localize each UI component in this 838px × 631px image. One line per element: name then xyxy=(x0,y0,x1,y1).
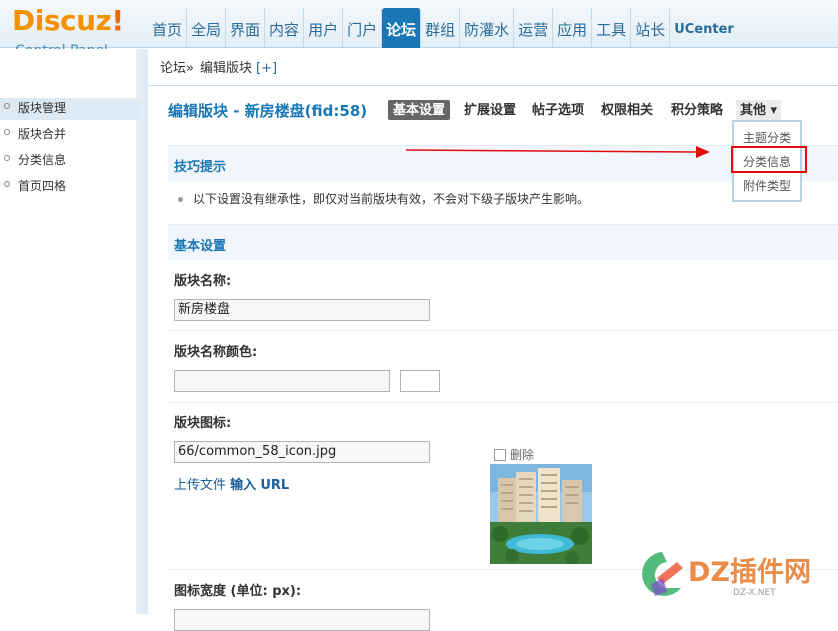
nav-tab-operation[interactable]: 运营 xyxy=(514,8,554,48)
tab-extended-settings[interactable]: 扩展设置 xyxy=(464,100,516,120)
delete-label: 删除 xyxy=(510,448,535,462)
basic-settings-title: 基本设置 xyxy=(174,239,227,254)
bullet-icon xyxy=(4,103,10,109)
tab-other-dropdown[interactable]: 其他 ▾ xyxy=(736,100,782,120)
building-photo xyxy=(490,464,592,564)
sidebar-item-label: 分类信息 xyxy=(18,153,67,167)
sidebar-item-threadtype[interactable]: 分类信息 xyxy=(0,150,142,172)
delete-icon-option: 删除 xyxy=(494,446,534,463)
nav-tab-portal[interactable]: 门户 xyxy=(343,8,383,48)
nav-tab-user[interactable]: 用户 xyxy=(304,8,344,48)
bullet-icon xyxy=(4,181,10,187)
forum-icon-preview xyxy=(490,464,592,564)
nav-tab-content[interactable]: 内容 xyxy=(265,8,305,48)
nav-tab-antispam[interactable]: 防灌水 xyxy=(460,8,515,48)
breadcrumb-current: 编辑版块 xyxy=(200,61,253,76)
logo-bang: ! xyxy=(111,4,124,37)
menu-item-attachment-type[interactable]: 附件类型 xyxy=(734,174,800,198)
nav-tab-forum[interactable]: 论坛 xyxy=(382,8,422,48)
tab-credit-policy[interactable]: 积分策略 xyxy=(671,100,723,120)
tips-title: 技巧提示 xyxy=(174,160,227,175)
nav-tab-group[interactable]: 群组 xyxy=(421,8,461,48)
bullet-icon xyxy=(4,129,10,135)
tip-text: 以下设置没有继承性，即仅对当前版块有效，不会对下级子版块产生影响。 xyxy=(193,192,590,206)
forum-name-color-label: 版块名称颜色: xyxy=(174,345,258,360)
breadcrumb-root[interactable]: 论坛 xyxy=(160,49,186,89)
basic-settings-section: 基本设置 xyxy=(168,224,838,260)
sidebar-item-label: 首页四格 xyxy=(18,179,67,193)
sidebar-item-grid[interactable]: 首页四格 xyxy=(0,176,142,198)
input-link[interactable]: 输入 xyxy=(230,478,256,493)
sidebar-item-label: 版块管理 xyxy=(18,101,67,115)
icon-width-label: 图标宽度 (单位: px): xyxy=(174,584,302,599)
forum-name-label: 版块名称: xyxy=(174,274,232,289)
highlight-box xyxy=(731,146,807,173)
divider xyxy=(168,402,838,403)
nav-tab-plugin[interactable]: 应用 xyxy=(553,8,593,48)
forum-icon-input[interactable]: 66/common_58_icon.jpg xyxy=(174,441,430,463)
icon-width-input[interactable] xyxy=(174,609,430,631)
upload-file-link[interactable]: 上传文件 xyxy=(174,478,226,493)
divider xyxy=(168,330,838,331)
add-shortcut-button[interactable]: [+] xyxy=(256,49,277,89)
nav-tab-style[interactable]: 界面 xyxy=(226,8,266,48)
discuz-logo[interactable]: Discuz! Control Panel xyxy=(10,4,140,59)
forum-icon-label: 版块图标: xyxy=(174,416,232,431)
logo-brand: Discuz xyxy=(12,4,112,37)
sidebar: 版块管理 版块合并 分类信息 首页四格 xyxy=(0,49,148,614)
nav-tab-tools[interactable]: 工具 xyxy=(592,8,632,48)
nav-tab-ucenter[interactable]: UCenter xyxy=(670,8,738,48)
breadcrumb-separator: » xyxy=(186,61,194,76)
sidebar-item-label: 版块合并 xyxy=(18,127,67,141)
tab-basic-settings[interactable]: 基本设置 xyxy=(388,100,451,120)
tab-post-options[interactable]: 帖子选项 xyxy=(532,100,584,120)
delete-checkbox[interactable] xyxy=(494,449,506,461)
nav-tab-global[interactable]: 全局 xyxy=(187,8,227,48)
nav-tab-home[interactable]: 首页 xyxy=(148,8,188,48)
bullet-icon xyxy=(4,155,10,161)
breadcrumb: 论坛 » 编辑版块 [+] xyxy=(148,49,838,86)
url-link[interactable]: URL xyxy=(260,478,289,493)
color-picker-button[interactable] xyxy=(400,370,440,392)
watermark-logo-icon xyxy=(642,552,683,596)
page-title: 编辑版块 - 新房楼盘(fid:58) xyxy=(168,102,368,120)
bullet-icon xyxy=(178,197,183,202)
watermark: DZ插件网 DZ-X.NET xyxy=(637,548,838,614)
forum-name-input[interactable]: 新房楼盘 xyxy=(174,299,430,321)
watermark-subtext: DZ-X.NET xyxy=(733,588,776,598)
forum-name-color-input[interactable] xyxy=(174,370,390,392)
tab-permissions[interactable]: 权限相关 xyxy=(601,100,653,120)
sidebar-item-forum-merge[interactable]: 版块合并 xyxy=(0,124,142,146)
nav-tab-founder[interactable]: 站长 xyxy=(631,8,671,48)
top-nav: 首页 全局 界面 内容 用户 门户 论坛 群组 防灌水 运营 应用 工具 站长 … xyxy=(148,8,738,48)
sidebar-item-forum-manage[interactable]: 版块管理 xyxy=(0,98,142,120)
upload-links: 上传文件 输入 URL xyxy=(174,474,289,493)
tip-line: 以下设置没有继承性，即仅对当前版块有效，不会对下级子版块产生影响。 xyxy=(178,190,589,207)
header: Discuz! Control Panel 首页 全局 界面 内容 用户 门户 … xyxy=(0,0,838,59)
annotation-arrow-icon xyxy=(405,146,710,158)
watermark-text: DZ插件网 xyxy=(688,557,811,588)
